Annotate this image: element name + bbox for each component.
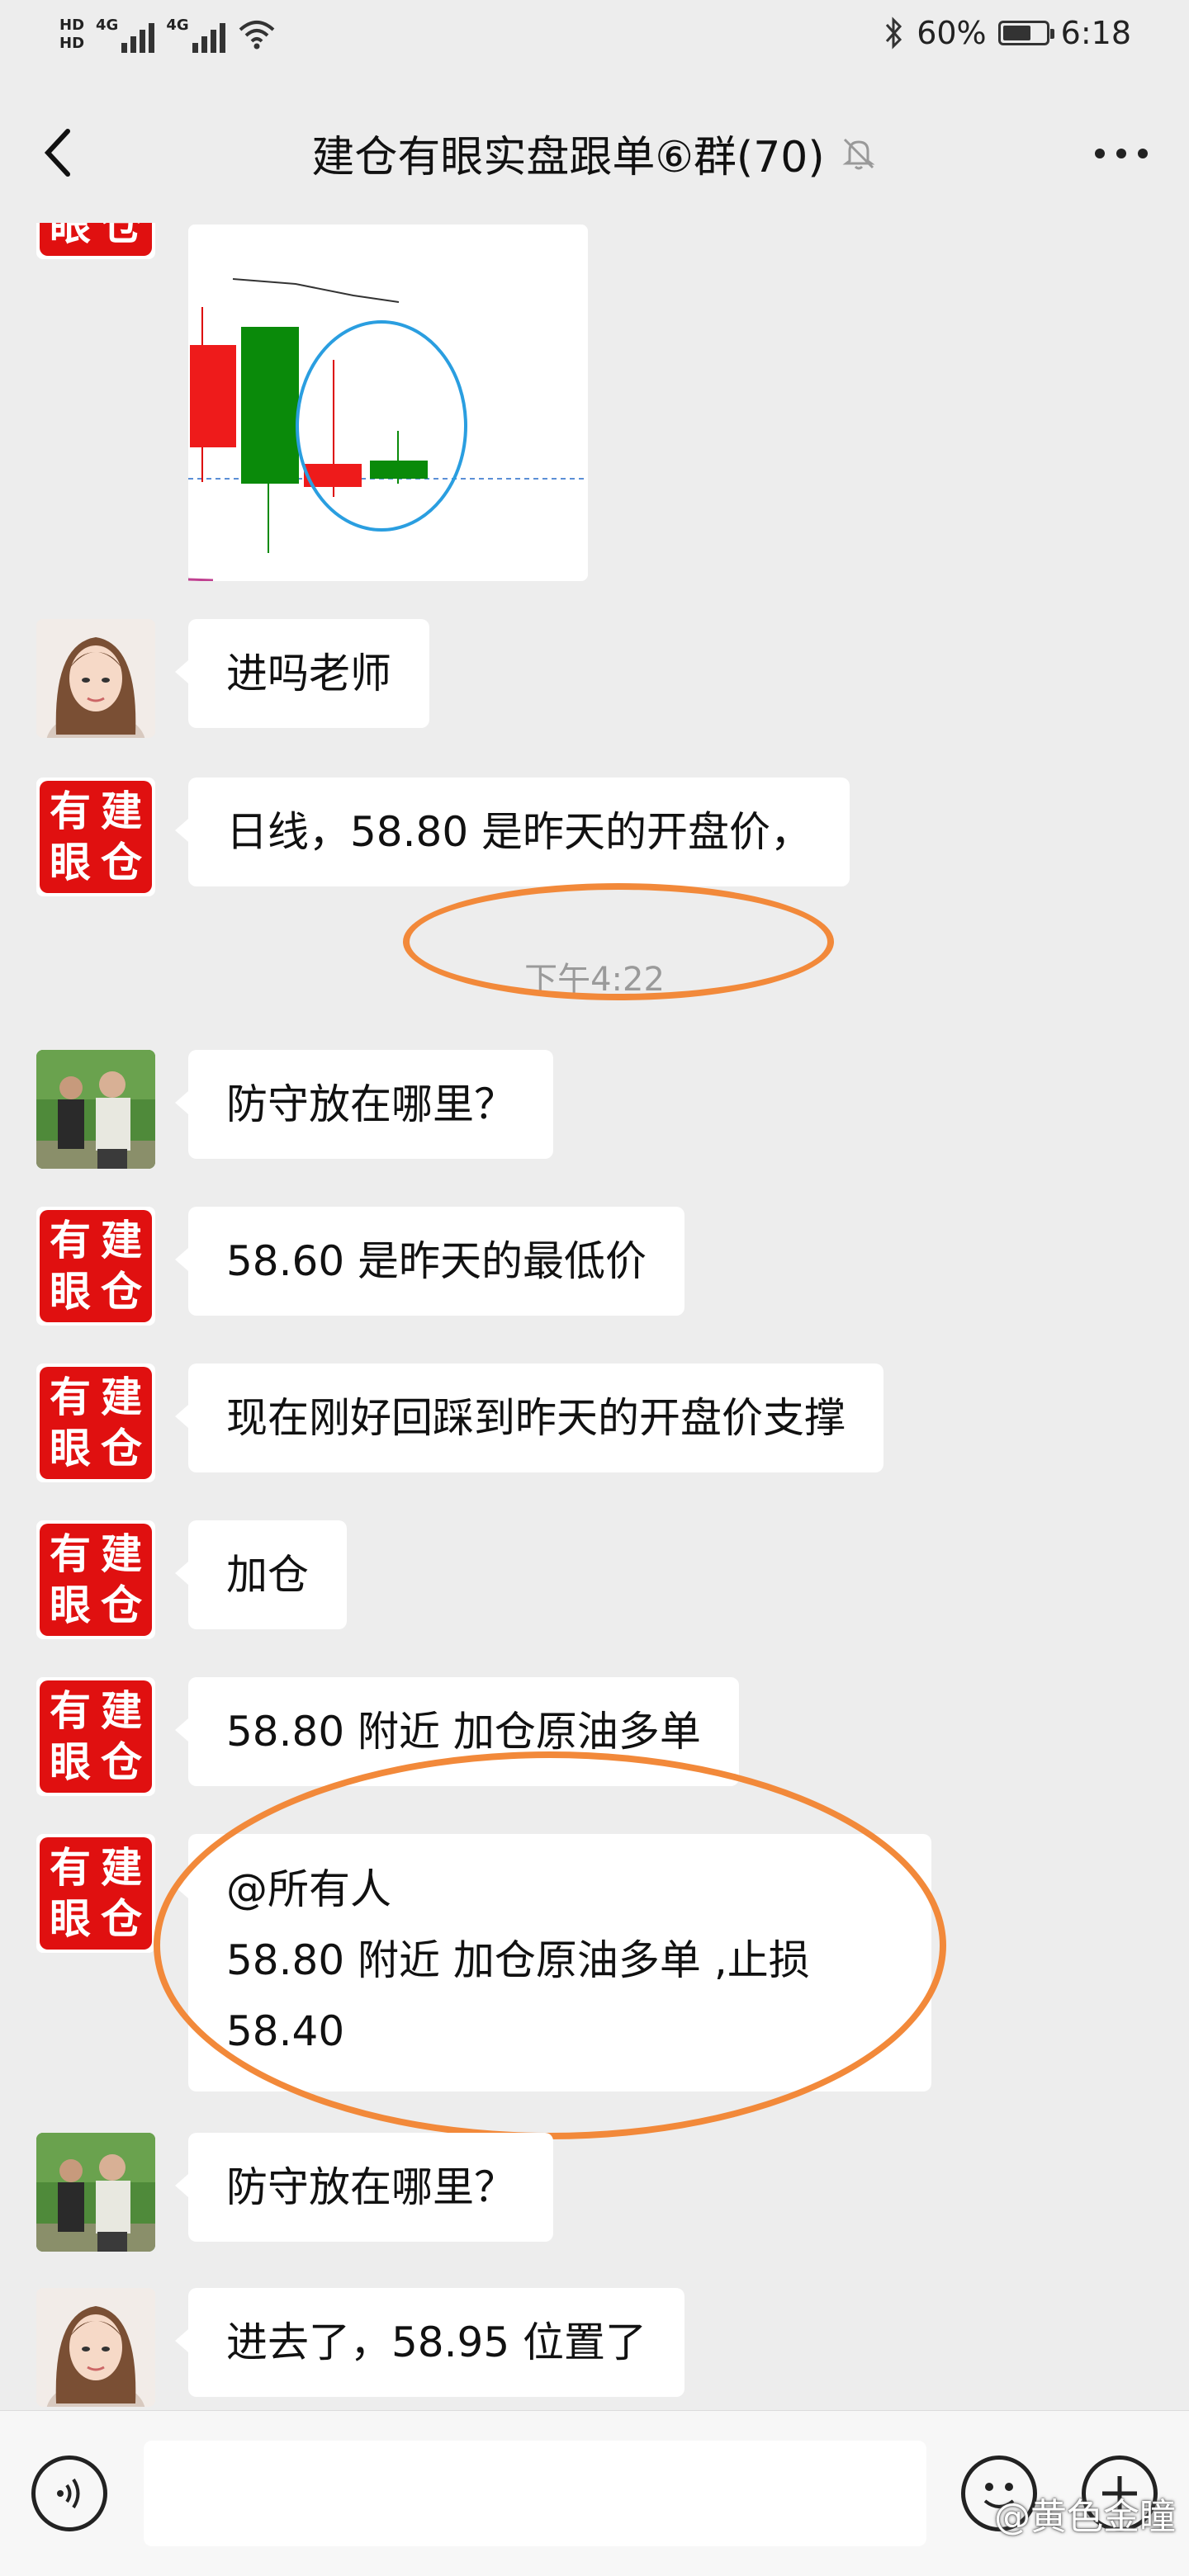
- message-bubble[interactable]: 进吗老师: [175, 619, 429, 728]
- avatar-logo[interactable]: 有建 眼仓: [36, 223, 155, 259]
- hd-indicator: HD HD: [59, 17, 84, 53]
- signal-icon-2: 4G: [166, 17, 225, 53]
- chart-image-message[interactable]: [187, 225, 588, 582]
- avatar-girl[interactable]: [36, 2288, 155, 2407]
- avatar-men[interactable]: [36, 1050, 155, 1169]
- avatar-logo[interactable]: 有建 眼仓: [36, 778, 155, 896]
- hd-top-label: HD: [59, 17, 85, 34]
- message-text: 加仓: [226, 1551, 309, 1599]
- message-text-line: @所有人: [226, 1865, 391, 1913]
- hd-bottom-label: HD: [59, 35, 85, 52]
- timestamp: 下午4:22: [524, 961, 665, 999]
- avatar-girl[interactable]: [36, 619, 155, 738]
- battery-percent: 60%: [917, 15, 987, 51]
- avatar-photo: [36, 2133, 155, 2252]
- status-bar: HD HD 4G 4G 60% 6:18: [0, 0, 1189, 83]
- message-bubble[interactable]: 防守放在哪里？: [175, 2133, 553, 2242]
- message-text-line: 58.80 附近 加仓原油多单 ,止损: [226, 1936, 810, 1984]
- chat-title: 建仓有眼实盘跟单⑥群(70): [311, 133, 825, 182]
- message-bubble[interactable]: 58.60 是昨天的最低价: [174, 1207, 685, 1316]
- message-input[interactable]: [144, 2441, 926, 2546]
- input-bar: @黄色金瞳: [0, 2410, 1189, 2576]
- battery-icon: [997, 21, 1054, 45]
- message-text: 防守放在哪里？: [226, 2163, 515, 2211]
- message-text: 进吗老师: [226, 650, 391, 697]
- chat-header: 建仓有眼实盘跟单⑥群(70): [0, 83, 1189, 223]
- candlestick-chart-image: [187, 278, 588, 582]
- message-list[interactable]: 有建 眼仓 进吗老师: [0, 223, 1189, 2410]
- message-bubble[interactable]: 58.80 附近 加仓原油多单: [175, 1677, 739, 1786]
- message-text: 58.60 是昨天的最低价: [226, 1237, 647, 1285]
- avatar-logo[interactable]: 有建 眼仓: [36, 1364, 155, 1482]
- avatar-logo[interactable]: 有建 眼仓: [36, 1677, 155, 1796]
- avatar-photo: [36, 619, 155, 738]
- message-bubble[interactable]: 现在刚好回踩到昨天的开盘价支撑: [175, 1364, 883, 1472]
- message-bubble[interactable]: 日线，58.80 是昨天的开盘价，: [174, 778, 850, 886]
- message-text: 进去了，58.95 位置了: [226, 2318, 647, 2366]
- message-text: 58.80 附近 加仓原油多单: [226, 1708, 701, 1756]
- wifi-icon: [239, 21, 274, 50]
- message-text: 防守放在哪里？: [226, 1080, 515, 1128]
- avatar-photo: [36, 1050, 155, 1169]
- network-type-label-2: 4G: [166, 17, 189, 34]
- avatar-logo[interactable]: 有建 眼仓: [36, 1520, 155, 1639]
- message-text: 日线，58.80 是昨天的开盘价，: [226, 808, 812, 856]
- clock: 6:18: [1060, 15, 1131, 51]
- signal-icon: 4G: [96, 17, 155, 53]
- watermark: @黄色金瞳: [994, 2496, 1176, 2538]
- network-type-label: 4G: [96, 17, 119, 34]
- message-bubble[interactable]: 防守放在哪里？: [175, 1050, 553, 1159]
- bluetooth-icon: [886, 17, 902, 50]
- message-bubble[interactable]: @所有人 58.80 附近 加仓原油多单 ,止损 58.40: [175, 1834, 931, 2092]
- message-bubble[interactable]: 进去了，58.95 位置了: [174, 2288, 685, 2397]
- avatar-photo: [36, 2288, 155, 2407]
- message-text: 现在刚好回踩到昨天的开盘价支撑: [226, 1394, 846, 1442]
- message-bubble[interactable]: 加仓: [175, 1520, 347, 1629]
- voice-icon[interactable]: [31, 2455, 107, 2531]
- avatar-logo[interactable]: 有建 眼仓: [36, 1207, 155, 1326]
- avatar-men[interactable]: [36, 2133, 155, 2252]
- avatar-logo[interactable]: 有建 眼仓: [36, 1834, 155, 1953]
- more-dots-icon[interactable]: [1095, 149, 1148, 158]
- bell-off-icon: [842, 138, 875, 169]
- message-text-line: 58.40: [226, 2007, 345, 2055]
